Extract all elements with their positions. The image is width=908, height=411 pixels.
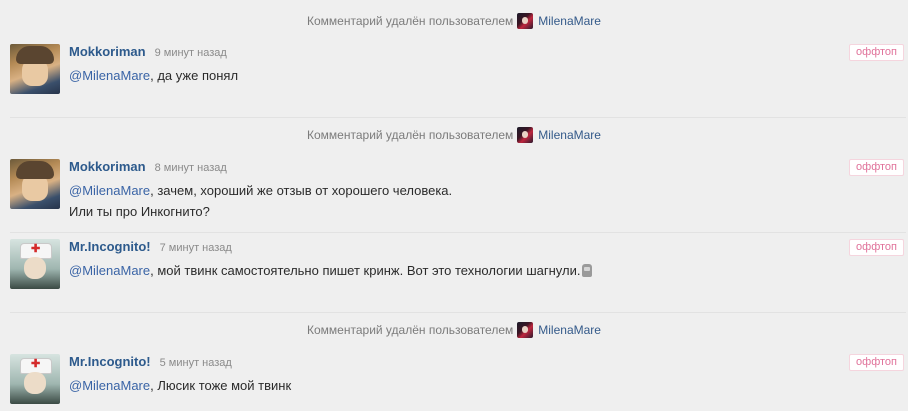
comment-time[interactable]: 8 минут назад: [155, 162, 227, 174]
comment-body: @MilenaMare, да уже понял: [69, 65, 829, 86]
deleted-comment-notice: Комментарий удалён пользователем MilenaM…: [0, 126, 908, 144]
comment-text-line: , зачем, хороший же отзыв от хорошего че…: [150, 183, 453, 198]
avatar[interactable]: ✚: [10, 354, 60, 404]
avatar[interactable]: [10, 44, 60, 94]
comment-header: Mokkoriman 9 минут назад: [69, 44, 227, 60]
comment: Mokkoriman 9 минут назад @MilenaMare, да…: [10, 44, 906, 96]
comment-body: @MilenaMare, мой твинк самостоятельно пи…: [69, 260, 829, 281]
mention-link[interactable]: @MilenaMare: [69, 378, 150, 393]
comment: ✚ Mr.Incognito! 5 минут назад @MilenaMar…: [10, 354, 906, 409]
deleted-comment-notice: Комментарий удалён пользователем MilenaM…: [0, 12, 908, 30]
deleted-notice-text: Комментарий удалён пользователем: [307, 14, 514, 28]
comment-body: @MilenaMare, Люсик тоже мой твинк: [69, 375, 829, 396]
comment-text-line: , да уже понял: [150, 68, 239, 83]
user-avatar-mini[interactable]: [517, 322, 534, 338]
deleted-by-user-link[interactable]: MilenaMare: [538, 323, 601, 337]
author-link[interactable]: Mokkoriman: [69, 159, 146, 174]
author-link[interactable]: Mokkoriman: [69, 44, 146, 59]
author-link[interactable]: Mr.Incognito!: [69, 354, 151, 369]
comment-header: Mr.Incognito! 7 минут назад: [69, 239, 232, 255]
avatar[interactable]: ✚: [10, 239, 60, 289]
deleted-by-user-link[interactable]: MilenaMare: [538, 14, 601, 28]
moai-emoji-icon: [582, 264, 593, 277]
deleted-notice-text: Комментарий удалён пользователем: [307, 323, 514, 337]
comment-text-line: , Люсик тоже мой твинк: [150, 378, 292, 393]
offtopic-button[interactable]: оффтоп: [849, 44, 904, 61]
mention-link[interactable]: @MilenaMare: [69, 68, 150, 83]
deleted-notice-text: Комментарий удалён пользователем: [307, 128, 514, 142]
comment-time[interactable]: 7 минут назад: [160, 242, 232, 254]
red-cross-icon: ✚: [31, 243, 41, 255]
red-cross-icon: ✚: [31, 358, 41, 370]
mention-link[interactable]: @MilenaMare: [69, 183, 150, 198]
mention-link[interactable]: @MilenaMare: [69, 263, 150, 278]
avatar[interactable]: [10, 159, 60, 209]
comment-body: @MilenaMare, зачем, хороший же отзыв от …: [69, 180, 829, 222]
comment: Mokkoriman 8 минут назад @MilenaMare, за…: [10, 159, 906, 219]
divider: [10, 312, 906, 313]
deleted-by-user-link[interactable]: MilenaMare: [538, 128, 601, 142]
divider: [10, 117, 906, 118]
author-link[interactable]: Mr.Incognito!: [69, 239, 151, 254]
user-avatar-mini[interactable]: [517, 127, 534, 143]
comment: ✚ Mr.Incognito! 7 минут назад @MilenaMar…: [10, 239, 906, 291]
user-avatar-mini[interactable]: [517, 13, 534, 29]
comment-text-line: , мой твинк самостоятельно пишет кринж. …: [150, 263, 581, 278]
deleted-comment-notice: Комментарий удалён пользователем MilenaM…: [0, 321, 908, 339]
comment-time[interactable]: 5 минут назад: [160, 357, 232, 369]
offtopic-button[interactable]: оффтоп: [849, 159, 904, 176]
comment-header: Mr.Incognito! 5 минут назад: [69, 354, 232, 370]
comment-header: Mokkoriman 8 минут назад: [69, 159, 227, 175]
offtopic-button[interactable]: оффтоп: [849, 239, 904, 256]
offtopic-button[interactable]: оффтоп: [849, 354, 904, 371]
comment-time[interactable]: 9 минут назад: [155, 47, 227, 59]
divider: [10, 232, 906, 233]
comment-text-line: Или ты про Инкогнито?: [69, 204, 210, 219]
comment-line: @MilenaMare, зачем, хороший же отзыв от …: [69, 180, 829, 201]
